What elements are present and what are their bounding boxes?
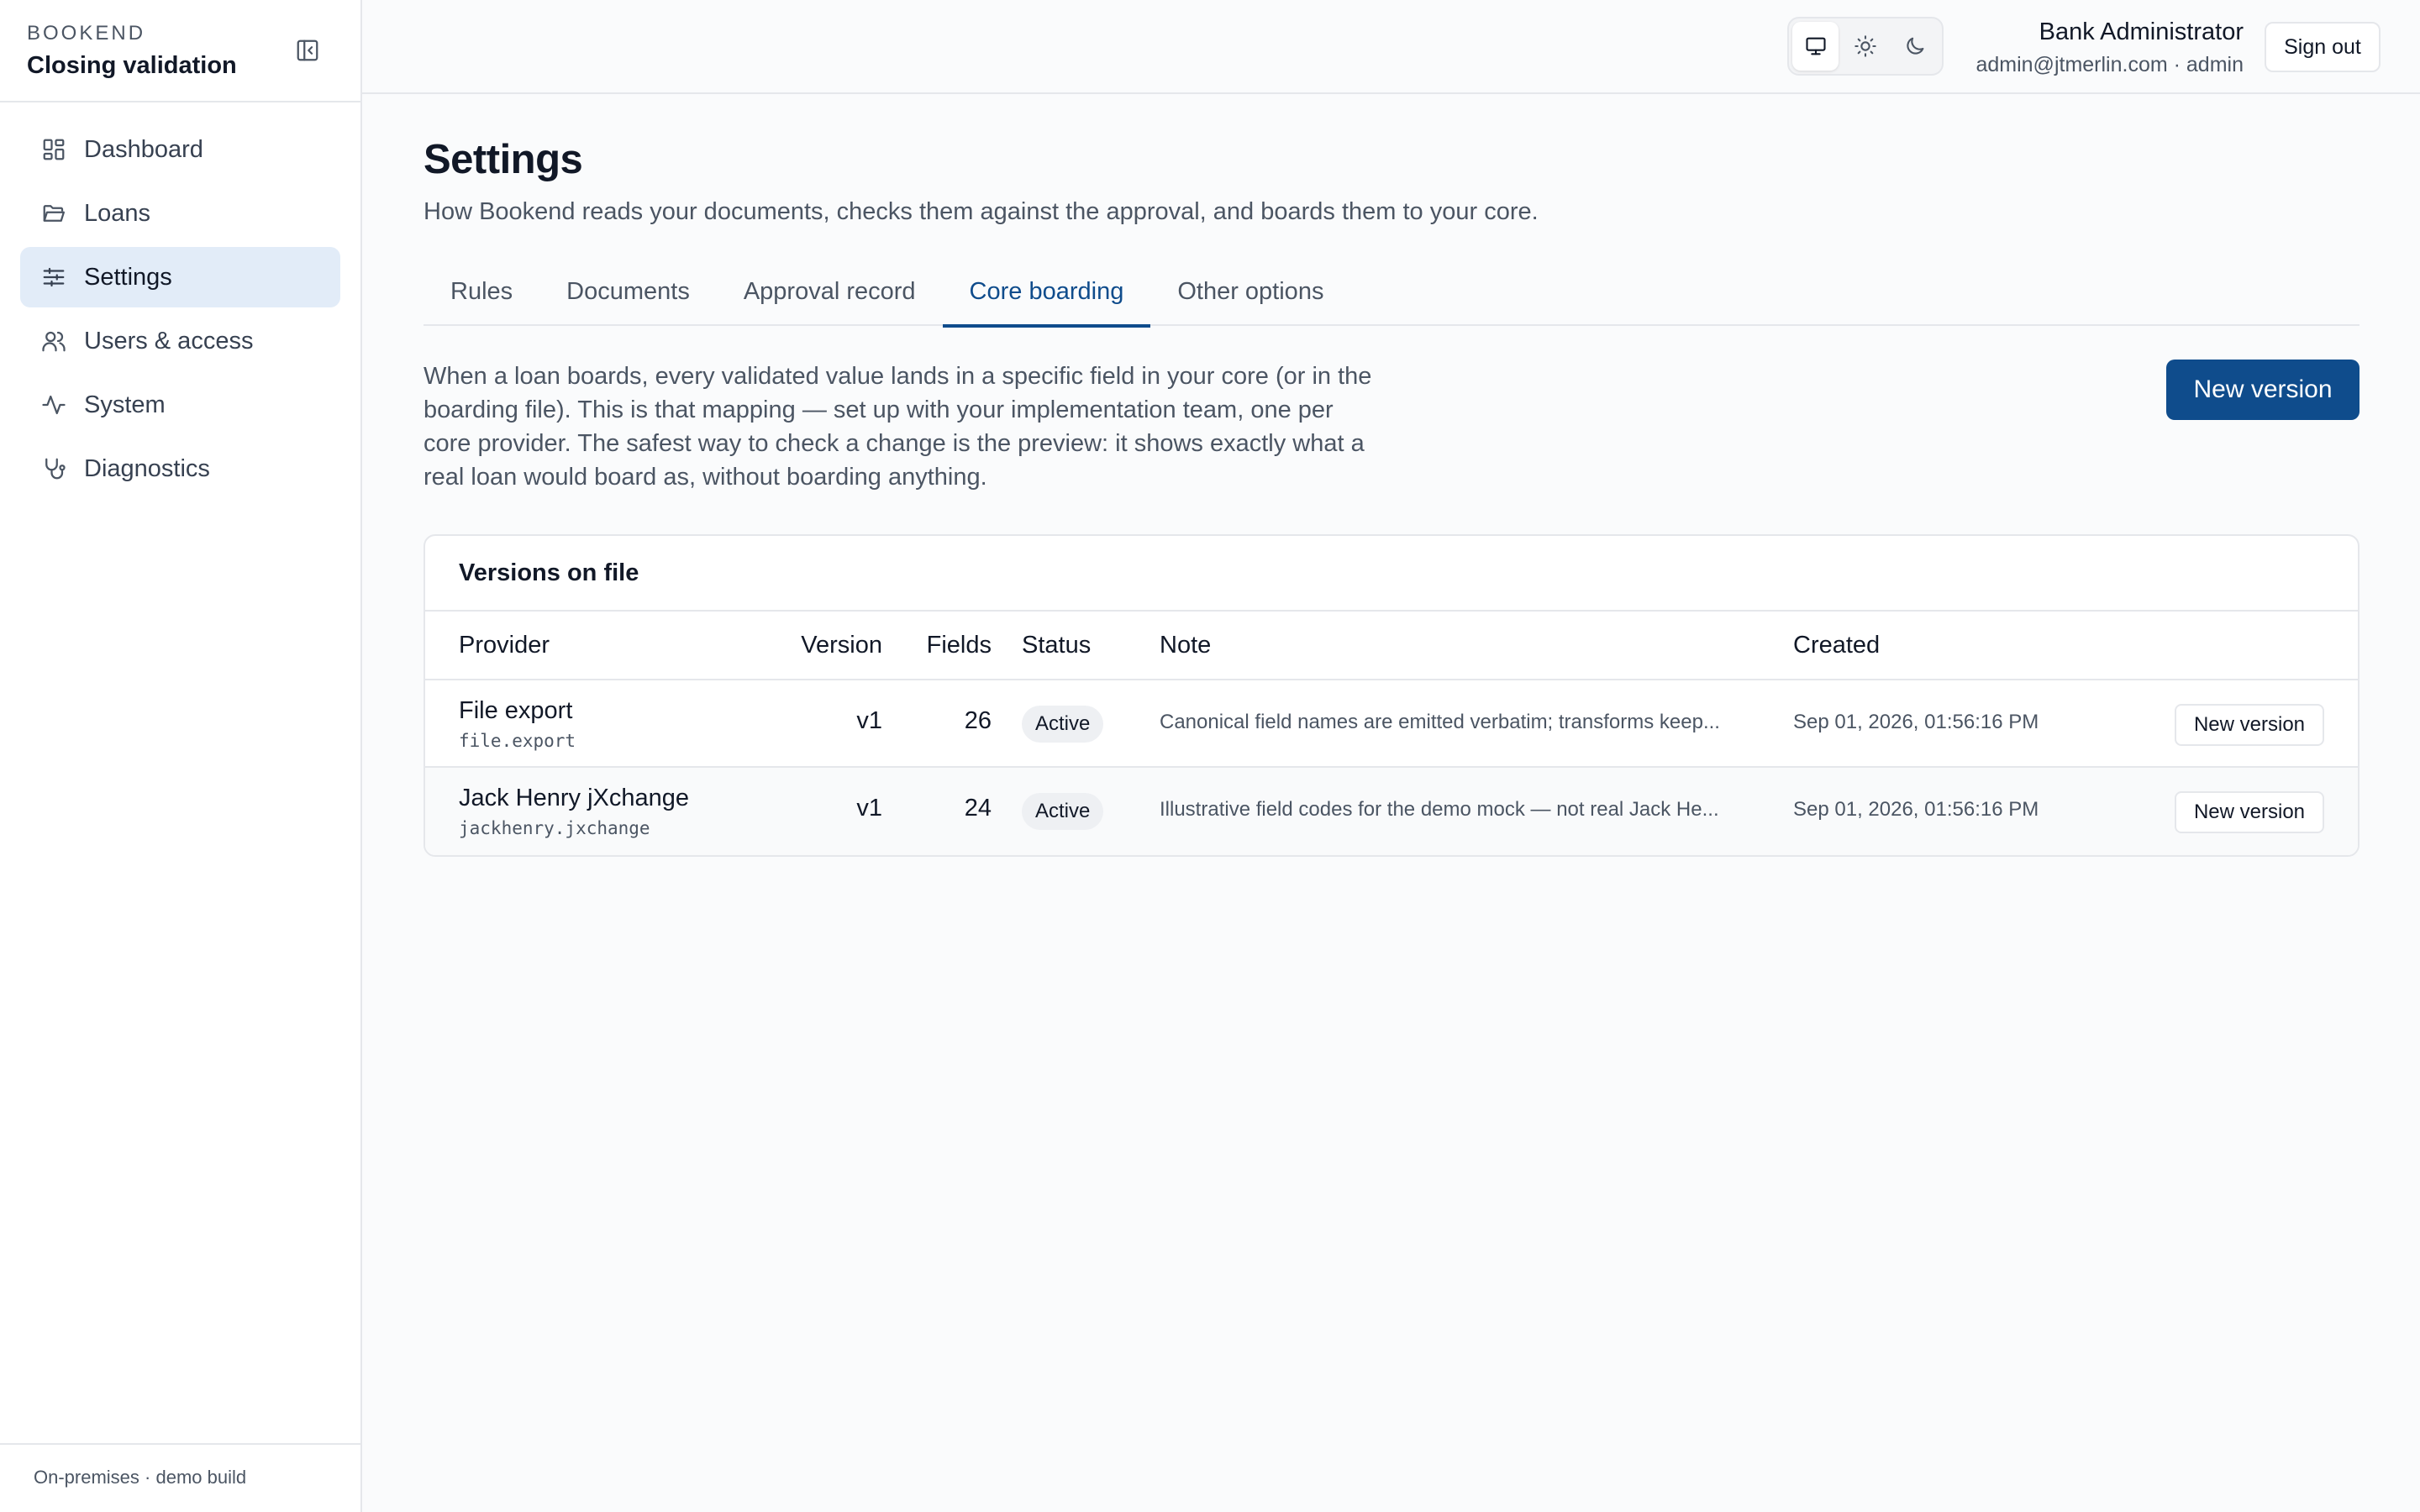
column-header-fields: Fields [926,632,992,659]
core-boarding-intro: When a loan boards, every validated valu… [424,363,1372,491]
users-icon [40,328,67,354]
status-badge: Active [1022,706,1104,743]
sidebar-item-label: Settings [84,263,172,291]
sidebar-item-label: Diagnostics [84,454,210,482]
status-badge: Active [1022,793,1104,830]
theme-light-button[interactable] [1842,22,1888,71]
created-timestamp: Sep 01, 2026, 01:56:16 PM [1793,711,2039,733]
provider-name: Jack Henry jXchange [459,785,690,811]
theme-switcher [1787,17,1944,76]
provider-name: File export [459,697,573,724]
fields-count: 24 [964,795,992,822]
sidebar-item-label: System [84,391,166,418]
theme-system-button[interactable] [1792,22,1839,71]
table-row: Jack Henry jXchange jackhenry.jxchange v… [425,768,2358,855]
sidebar-item-loans[interactable]: Loans [20,183,340,244]
provider-code: file.export [459,731,576,751]
fields-count: 26 [964,707,992,734]
monitor-icon [1806,37,1826,55]
sidebar: BOOKEND Closing validation Dashboard Loa… [0,0,362,1512]
theme-dark-button[interactable] [1892,22,1939,71]
version-note: Canonical field names are emitted verbat… [1160,711,1720,733]
row-new-version-button[interactable]: New version [2175,704,2324,746]
user-email: admin@jtmerlin.com · admin [1975,53,2244,76]
versions-card: Versions on file Provider Version Fields… [424,534,2360,857]
user-info: Bank Administrator admin@jtmerlin.com · … [1975,18,2244,77]
versions-card-title: Versions on file [425,536,2358,612]
version-value: v1 [856,707,882,734]
activity-icon [40,391,67,418]
tab-rules[interactable]: Rules [424,262,539,326]
sidebar-item-label: Users & access [84,327,254,354]
sidebar-item-diagnostics[interactable]: Diagnostics [20,438,340,499]
sidebar-nav: Dashboard Loans Settings Users & access … [0,102,360,499]
sun-icon [1854,35,1876,57]
sidebar-footer: On-premises · demo build [0,1443,360,1512]
tab-other-options[interactable]: Other options [1150,262,1350,326]
tab-approval-record[interactable]: Approval record [717,262,943,326]
table-header: Provider Version Fields Status Note Crea… [425,612,2358,680]
column-header-created: Created [1793,632,1881,659]
page-title: Settings [424,137,583,182]
provider-code: jackhenry.jxchange [459,818,650,838]
moon-icon [1907,37,1924,55]
grid-icon [40,136,67,163]
tab-core-boarding[interactable]: Core boarding [942,262,1151,328]
tab-documents[interactable]: Documents [539,262,717,326]
page-description: How Bookend reads your documents, checks… [424,198,1539,225]
sidebar-item-users-access[interactable]: Users & access [20,311,340,371]
stethoscope-icon [40,455,67,482]
version-note: Illustrative field codes for the demo mo… [1160,798,1719,821]
column-header-version: Version [801,632,882,659]
column-header-status: Status [1022,632,1092,659]
sidebar-item-settings[interactable]: Settings [20,247,340,307]
sidebar-item-label: Loans [84,199,151,227]
sidebar-item-label: Dashboard [84,135,203,163]
collapse-sidebar-button[interactable] [289,34,326,67]
sidebar-collapse-icon [297,39,318,61]
created-timestamp: Sep 01, 2026, 01:56:16 PM [1793,798,2039,821]
column-header-note: Note [1160,632,1212,659]
sign-out-button[interactable]: Sign out [2265,22,2381,72]
sliders-icon [40,264,67,291]
sidebar-item-system[interactable]: System [20,375,340,435]
user-name: Bank Administrator [2039,18,2244,45]
new-version-button[interactable]: New version [2166,360,2360,420]
settings-tabs: Rules Documents Approval record Core boa… [424,262,2360,328]
table-row: File export file.export v1 26 Active Can… [425,680,2358,768]
top-bar: Bank Administrator admin@jtmerlin.com · … [362,0,2420,94]
version-value: v1 [856,795,882,822]
row-new-version-button[interactable]: New version [2175,791,2324,833]
brand-block: BOOKEND Closing validation [0,0,360,102]
folder-icon [40,200,67,227]
column-header-provider: Provider [459,632,550,659]
sidebar-item-dashboard[interactable]: Dashboard [20,119,340,180]
